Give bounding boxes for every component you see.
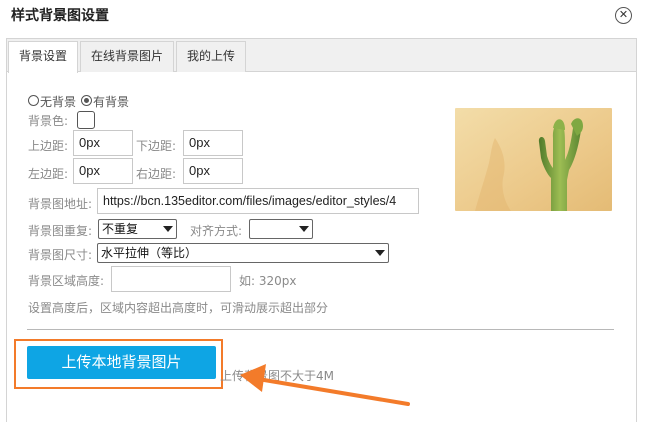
- annotation-arrow-icon: [240, 364, 410, 406]
- style-background-dialog: 样式背景图设置 ✕ 背景设置 在线背景图片 我的上传 无背景 有背景 背景色: …: [0, 0, 648, 422]
